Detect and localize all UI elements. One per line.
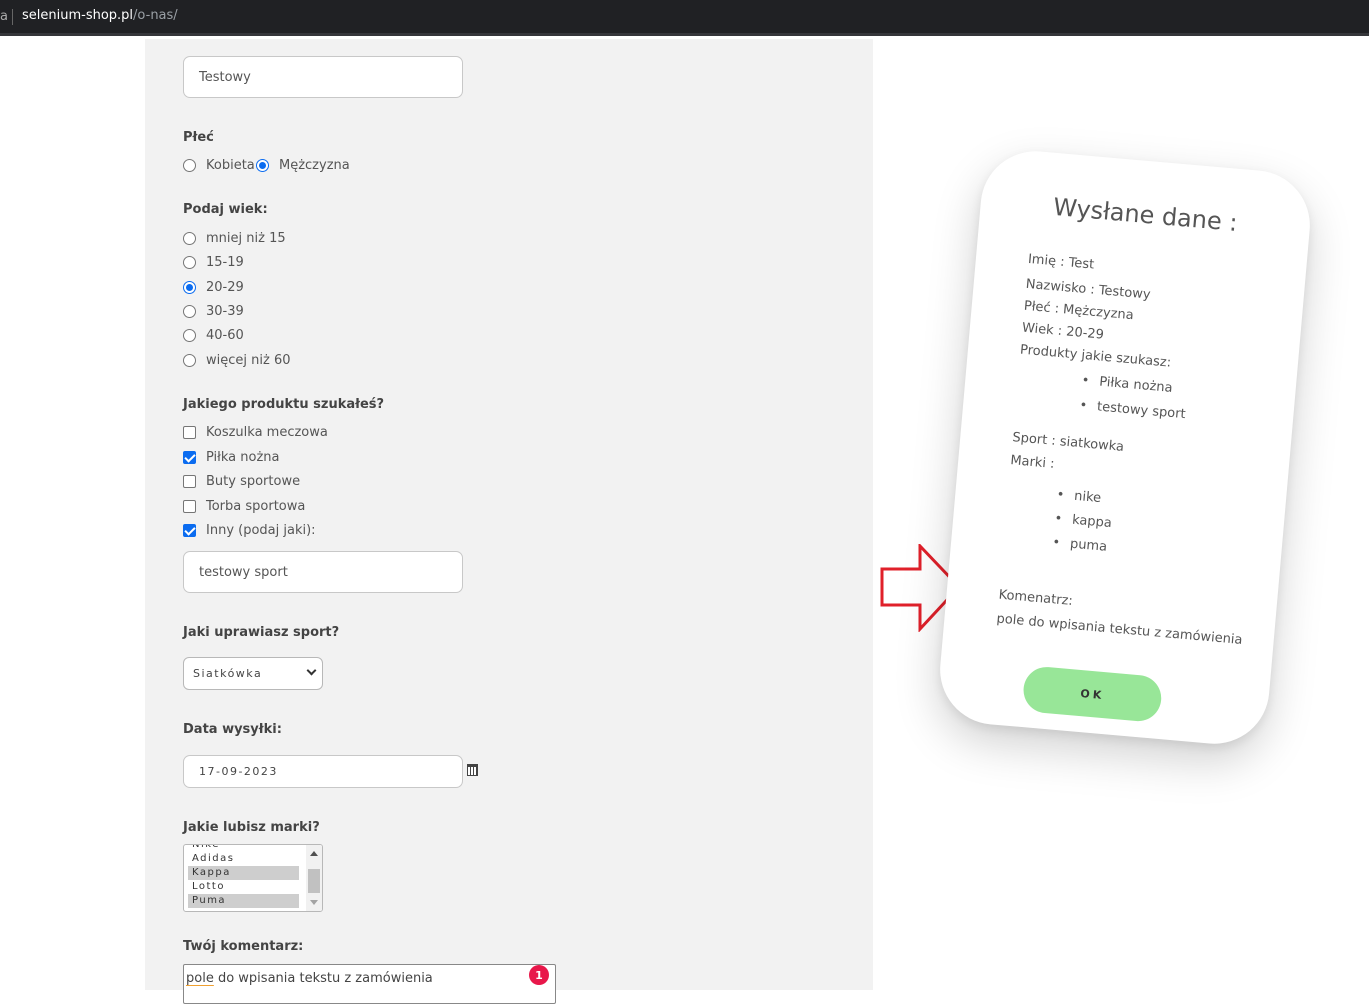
summary-sport: Sport : siatkowka (1011, 430, 1125, 455)
age-option[interactable]: 20-29 (183, 280, 244, 295)
summary-comment-heading: Komenatrz: (998, 587, 1074, 610)
url-field[interactable]: selenium-shop.pl/o-nas/ (22, 8, 178, 23)
listbox-scrollbar[interactable] (306, 845, 322, 911)
summary-brand-item: nike (1056, 487, 1102, 506)
age-option-label: więcej niż 60 (206, 353, 291, 368)
age-radio[interactable] (183, 354, 196, 367)
product-option-label: Inny (podaj jaki): (206, 523, 316, 538)
age-radio[interactable] (183, 281, 196, 294)
product-checkbox[interactable] (183, 500, 196, 513)
brand-option[interactable]: Kappa (188, 866, 299, 880)
other-product-input[interactable]: testowy sport (183, 551, 463, 593)
tab-edge-text: a (0, 9, 8, 24)
age-option-label: mniej niż 15 (206, 231, 286, 246)
browser-address-bar: a selenium-shop.pl/o-nas/ (0, 0, 1369, 36)
gender-option-label: Mężczyzna (279, 158, 350, 173)
product-checkbox[interactable] (183, 524, 196, 537)
brand-option[interactable]: Puma (188, 894, 299, 908)
age-radio[interactable] (183, 305, 196, 318)
age-label: Podaj wiek: (183, 202, 268, 217)
summary-comment-text: pole do wpisania tekstu z zamówienia (995, 611, 1244, 648)
product-option[interactable]: Buty sportowe (183, 474, 300, 489)
gender-label: Płeć (183, 130, 214, 145)
gender-option-label: Kobieta (206, 158, 255, 173)
summary-product-item: Piłka nożna (1081, 373, 1174, 396)
age-option-label: 40-60 (206, 328, 244, 343)
brands-label: Jakie lubisz marki? (183, 820, 320, 835)
age-option-label: 30-39 (206, 304, 244, 319)
surname-input[interactable]: Testowy (183, 56, 463, 98)
product-option[interactable]: Piłka nożna (183, 450, 279, 465)
product-option-label: Piłka nożna (206, 450, 280, 465)
summary-products-heading: Produkty jakie szukasz: (1019, 342, 1172, 371)
product-option[interactable]: Torba sportowa (183, 499, 305, 514)
scrollbar-thumb[interactable] (308, 869, 320, 893)
age-radio[interactable] (183, 232, 196, 245)
age-radio[interactable] (183, 329, 196, 342)
age-option-label: 15-19 (206, 255, 244, 270)
summary-gender: Płeć : Mężczyzna (1023, 298, 1135, 324)
sport-select-value: Siatkówka (193, 667, 263, 680)
dialog-title: Wysłane dane : (1052, 192, 1239, 237)
product-option-label: Torba sportowa (206, 499, 306, 514)
ok-button[interactable]: OK (1021, 665, 1164, 724)
scroll-down-icon[interactable] (310, 900, 318, 905)
radio-female[interactable] (183, 159, 196, 172)
summary-brands-heading: Marki : (1009, 453, 1056, 472)
age-option[interactable]: 15-19 (183, 255, 244, 270)
scroll-up-icon[interactable] (310, 851, 318, 856)
age-option[interactable]: mniej niż 15 (183, 231, 286, 246)
sport-label: Jaki uprawiasz sport? (183, 625, 340, 640)
summary-brand-item: kappa (1054, 511, 1112, 531)
product-option[interactable]: Inny (podaj jaki): (183, 523, 316, 538)
summary-age: Wiek : 20-29 (1021, 320, 1105, 343)
brands-listbox[interactable]: Nike Adidas Kappa Lotto Puma (183, 844, 323, 912)
brand-option[interactable]: Lotto (188, 880, 299, 894)
comment-label: Twój komentarz: (183, 939, 304, 954)
summary-brand-item: puma (1052, 535, 1107, 555)
comment-textarea[interactable]: pole do wpisania tekstu z zamówienia (183, 964, 556, 1004)
age-option[interactable]: 40-60 (183, 328, 244, 343)
gender-option-female[interactable]: Kobieta (183, 158, 255, 173)
product-option[interactable]: Koszulka meczowa (183, 425, 328, 440)
product-checkbox[interactable] (183, 475, 196, 488)
age-option[interactable]: więcej niż 60 (183, 353, 290, 368)
comment-first-word: pole (186, 971, 214, 986)
product-option-label: Koszulka meczowa (206, 425, 328, 440)
brand-option[interactable]: Adidas (188, 852, 299, 866)
notification-badge[interactable]: 1 (529, 965, 549, 985)
brand-option[interactable]: Nike (188, 845, 299, 852)
age-radio[interactable] (183, 256, 196, 269)
gender-option-male[interactable]: Mężczyzna (256, 158, 350, 173)
summary-name: Imię : Test (1027, 251, 1095, 273)
shipping-date-input[interactable]: 17-09-2023 (183, 755, 463, 788)
radio-male[interactable] (256, 159, 269, 172)
product-option-label: Buty sportowe (206, 474, 301, 489)
summary-surname: Nazwisko : Testowy (1025, 276, 1152, 303)
age-option-label: 20-29 (206, 280, 244, 295)
chevron-down-icon (306, 665, 317, 676)
order-form: Testowy Płeć Kobieta Mężczyzna Podaj wie… (145, 39, 873, 1004)
calendar-icon[interactable] (467, 764, 478, 776)
sent-data-dialog: Wysłane dane : Imię : Test Nazwisko : Te… (935, 146, 1315, 749)
url-path: /o-nas/ (133, 8, 178, 23)
product-checkbox[interactable] (183, 426, 196, 439)
age-option[interactable]: 30-39 (183, 304, 244, 319)
comment-rest: do wpisania tekstu z zamówienia (213, 971, 433, 986)
sport-select[interactable]: Siatkówka (183, 657, 323, 690)
url-host: selenium-shop.pl (22, 8, 134, 23)
summary-product-item: testowy sport (1079, 398, 1186, 422)
product-checkbox[interactable] (183, 451, 196, 464)
shipping-date-label: Data wysyłki: (183, 722, 282, 737)
address-separator (12, 9, 13, 25)
products-label: Jakiego produktu szukałeś? (183, 397, 385, 412)
